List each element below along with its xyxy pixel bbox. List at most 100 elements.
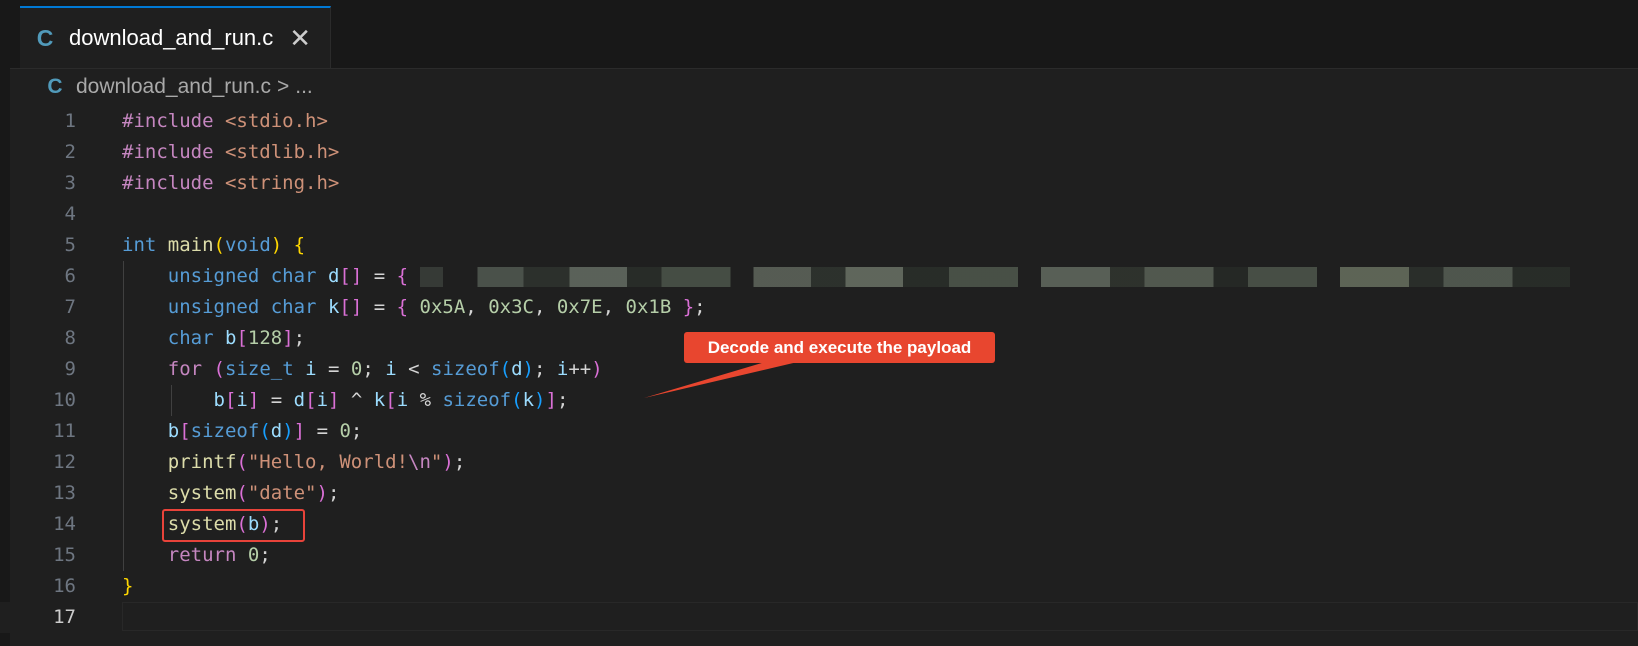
code-token: i (556, 358, 569, 380)
code-token: b (167, 420, 180, 442)
code-token: <string.h> (224, 172, 340, 194)
code-line[interactable]: 17 (0, 602, 1638, 633)
line-number: 12 (53, 451, 76, 473)
code-token: sizeof (442, 389, 512, 411)
c-file-icon: C (36, 24, 54, 51)
code-token: return (167, 544, 237, 566)
code-token: = (362, 265, 397, 287)
code-line[interactable]: 1 #include <stdio.h> (0, 106, 1638, 137)
code-token: ; (293, 327, 306, 349)
code-token: { (293, 234, 306, 256)
close-icon[interactable]: ✕ (289, 25, 311, 51)
code-line[interactable]: 3 #include <string.h> (0, 168, 1638, 199)
code-token: ; (362, 358, 386, 380)
breadcrumb-file[interactable]: download_and_run.c (76, 75, 271, 99)
code-token: ] (247, 389, 260, 411)
code-line[interactable]: 6 unsigned char d[] = { (0, 261, 1638, 292)
code-token: 0x5A (419, 296, 466, 318)
code-token: ) (270, 234, 283, 256)
code-token: 0 (339, 420, 351, 442)
code-token: system (167, 482, 237, 504)
indent-guide (123, 261, 124, 571)
code-token: ; (556, 389, 569, 411)
breadcrumb-more[interactable]: ... (295, 75, 313, 99)
code-text: return 0; (122, 540, 271, 571)
code-token: , (533, 296, 557, 318)
code-token: 0 (247, 544, 260, 566)
code-token: } (682, 296, 695, 318)
tab-download-and-run-c[interactable]: C download_and_run.c ✕ (20, 6, 331, 68)
line-number: 6 (64, 265, 76, 287)
code-token: ( (236, 482, 248, 504)
code-text: #include <stdlib.h> (122, 137, 339, 168)
code-token: 0x7E (556, 296, 603, 318)
code-token: k (522, 389, 535, 411)
code-token: unsigned (167, 296, 260, 318)
line-number: 8 (64, 327, 76, 349)
code-token: d (270, 420, 283, 442)
code-token: "Hello, World! (247, 451, 409, 473)
code-line[interactable]: 16} (0, 571, 1638, 602)
code-token: #include (122, 141, 214, 163)
code-text: b[sizeof(d)] = 0; (122, 416, 363, 447)
code-line[interactable]: 11 b[sizeof(d)] = 0; (0, 416, 1638, 447)
code-token: ^ (339, 389, 374, 411)
highlight-box (162, 509, 305, 542)
code-token: sizeof (431, 358, 500, 380)
code-token: char (270, 296, 317, 318)
code-token: { (396, 265, 409, 287)
code-token: [] (339, 265, 363, 287)
code-token: , (465, 296, 489, 318)
code-editor[interactable]: 1 #include <stdio.h> 2 #include <stdlib.h> 3… (0, 106, 1638, 646)
code-line[interactable]: 12 printf("Hello, World!\n"); (0, 447, 1638, 478)
code-text: printf("Hello, World!\n"); (122, 447, 466, 478)
code-token: ( (511, 389, 523, 411)
code-text: unsigned char d[] = { (122, 261, 1570, 292)
code-text: for (size_t i = 0; i < sizeof(d); i++) (122, 354, 603, 385)
code-line[interactable]: 15 return 0; (0, 540, 1638, 571)
code-token: ; (350, 420, 363, 442)
code-token: sizeof (190, 420, 260, 442)
code-token: ] (545, 389, 557, 411)
code-token: d (511, 358, 523, 380)
code-token: d (293, 389, 306, 411)
code-token: ( (213, 234, 225, 256)
code-line[interactable]: 10 b[i] = d[i] ^ k[i % sizeof(k)]; (0, 385, 1638, 416)
code-token: ++ (568, 358, 592, 380)
code-token: i (316, 389, 329, 411)
code-token: , (602, 296, 626, 318)
tab-label: download_and_run.c (69, 25, 274, 50)
code-token: ; (534, 358, 557, 380)
code-token: k (327, 296, 340, 318)
code-token: % (408, 389, 443, 411)
code-token: 0x1B (625, 296, 672, 318)
code-token: ) (442, 451, 454, 473)
code-token: i (305, 358, 317, 380)
code-token: i (236, 389, 248, 411)
code-text: unsigned char k[] = { 0x5A, 0x3C, 0x7E, … (122, 292, 706, 323)
code-line[interactable]: 13 system("date"); (0, 478, 1638, 509)
code-line[interactable]: 2 #include <stdlib.h> (0, 137, 1638, 168)
code-token: } (122, 575, 134, 597)
annotation-callout: Decode and execute the payload (684, 332, 995, 363)
line-number: 15 (53, 544, 76, 566)
code-token: void (225, 234, 271, 256)
code-line[interactable]: 4 (0, 199, 1638, 230)
code-line[interactable]: 7 unsigned char k[] = { 0x5A, 0x3C, 0x7E… (0, 292, 1638, 323)
code-line[interactable]: 5 int main(void) { (0, 230, 1638, 261)
code-token: <stdio.h> (224, 110, 328, 132)
code-token: #include (122, 110, 214, 132)
